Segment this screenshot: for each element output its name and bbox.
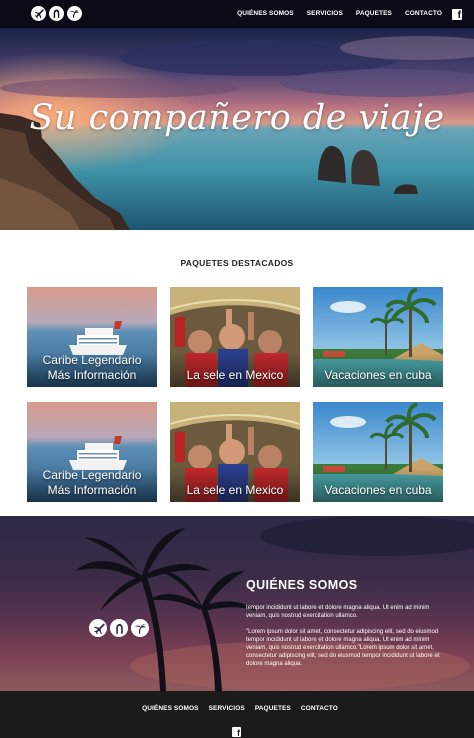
about-logo xyxy=(89,619,149,637)
hero-title: Su compañero de viaje xyxy=(29,98,445,138)
airplane-icon xyxy=(89,619,107,637)
palm-tree-icon xyxy=(131,619,149,637)
nav-link-contacto[interactable]: CONTACTO xyxy=(405,10,442,17)
card-title: Vacaciones en cuba xyxy=(324,368,432,382)
card-label: Caribe Legendario Más Información xyxy=(27,353,157,383)
card-label: La sele en Mexico xyxy=(170,483,300,498)
footer-link-contacto[interactable]: CONTACTO xyxy=(301,705,338,712)
nav-link-quienes-somos[interactable]: QUIÉNES SOMOS xyxy=(237,10,294,17)
footer-link-servicios[interactable]: SERVICIOS xyxy=(209,705,245,712)
package-card-sele-mexico[interactable]: La sele en Mexico xyxy=(170,287,300,387)
about-title: QUIÉNES SOMOS xyxy=(246,578,358,592)
card-title: Caribe Legendario xyxy=(42,353,142,367)
facebook-icon[interactable] xyxy=(232,727,241,738)
package-card-sele-mexico-2[interactable]: La sele en Mexico xyxy=(170,402,300,502)
about-paragraph-1: tempor incididunt ut labore et dolore ma… xyxy=(246,605,430,619)
nav-link-servicios[interactable]: SERVICIOS xyxy=(307,10,343,17)
horseshoe-icon xyxy=(110,619,128,637)
package-card-caribe-2[interactable]: Caribe Legendario Más Información xyxy=(27,402,157,502)
package-card-caribe[interactable]: Caribe Legendario Más Información xyxy=(27,287,157,387)
about-paragraph-2: "Lorem ipsum dolor sit amet, consectetur… xyxy=(246,629,440,667)
package-card-cuba-2[interactable]: Vacaciones en cuba xyxy=(313,402,443,502)
card-label: Vacaciones en cuba xyxy=(313,483,443,498)
nav-menu: QUIÉNES SOMOS SERVICIOS PAQUETES CONTACT… xyxy=(237,10,442,17)
hero-banner: Su compañero de viaje xyxy=(0,28,474,230)
card-label: Vacaciones en cuba xyxy=(313,368,443,383)
top-navbar: QUIÉNES SOMOS SERVICIOS PAQUETES CONTACT… xyxy=(0,0,474,28)
brand-logo[interactable] xyxy=(31,6,82,21)
airplane-icon xyxy=(31,6,46,21)
facebook-icon[interactable] xyxy=(452,9,462,21)
footer-menu: QUIÉNES SOMOS SERVICIOS PAQUETES CONTACT… xyxy=(0,705,474,712)
card-more-info-link[interactable]: Más Información xyxy=(27,483,157,498)
card-title: La sele en Mexico xyxy=(186,483,284,497)
palm-tree-icon xyxy=(67,6,82,21)
card-label: La sele en Mexico xyxy=(170,368,300,383)
card-title: Vacaciones en cuba xyxy=(324,483,432,497)
card-title: Caribe Legendario xyxy=(42,468,142,482)
card-more-info-link[interactable]: Más Información xyxy=(27,368,157,383)
footer-link-quienes-somos[interactable]: QUIÉNES SOMOS xyxy=(142,705,199,712)
nav-link-paquetes[interactable]: PAQUETES xyxy=(356,10,392,17)
horseshoe-icon xyxy=(49,6,64,21)
card-label: Caribe Legendario Más Información xyxy=(27,468,157,498)
card-title: La sele en Mexico xyxy=(186,368,284,382)
package-card-cuba[interactable]: Vacaciones en cuba xyxy=(313,287,443,387)
footer-link-paquetes[interactable]: PAQUETES xyxy=(255,705,291,712)
section-title-paquetes: PAQUETES DESTACADOS xyxy=(180,258,294,268)
